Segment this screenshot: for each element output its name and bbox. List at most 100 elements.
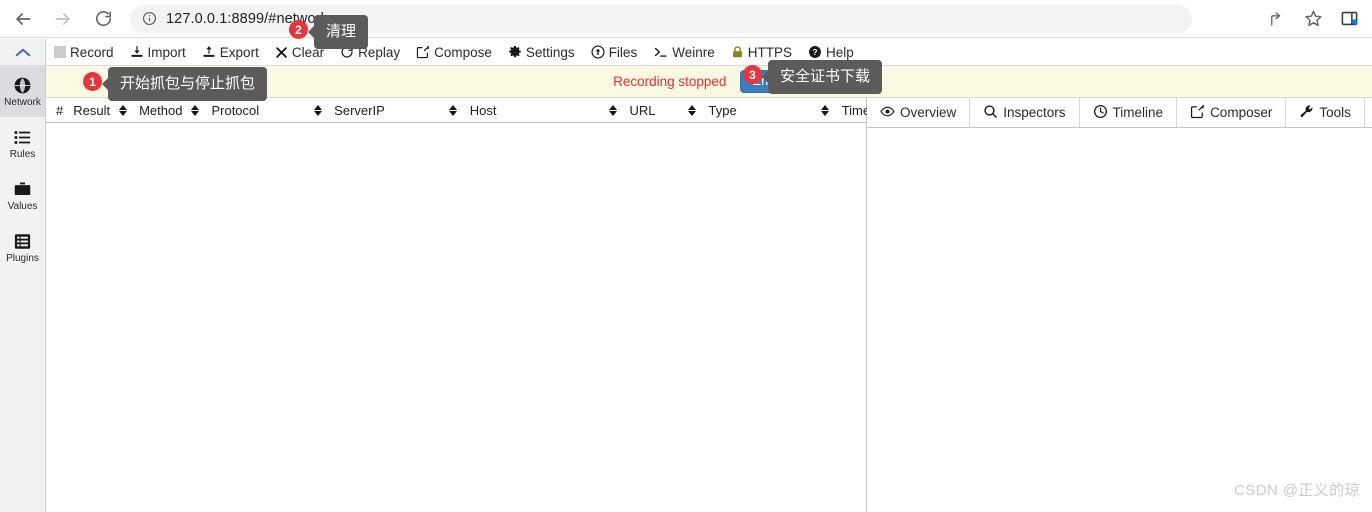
column-type[interactable]: Type	[699, 98, 832, 122]
session-table-header: # Result Method Protocol ServerIP Host U…	[46, 98, 915, 123]
sidebar-item-label: Rules	[9, 149, 36, 160]
star-icon	[1304, 10, 1322, 27]
bookmark-button[interactable]	[1298, 4, 1328, 34]
tab-overview[interactable]: Overview	[867, 98, 971, 127]
search-icon	[983, 104, 998, 122]
column-label: Host	[469, 102, 497, 118]
session-list-pane: # Result Method Protocol ServerIP Host U…	[46, 98, 915, 512]
toolbar-settings-button[interactable]: Settings	[508, 45, 575, 60]
info-circle-icon[interactable]	[142, 11, 157, 26]
side-panel-button[interactable]	[1334, 4, 1364, 34]
share-button[interactable]	[1262, 4, 1292, 34]
sidebar-item-plugins[interactable]: Plugins	[0, 221, 45, 273]
recording-status-text: Recording stopped	[613, 74, 727, 89]
wrench-icon	[1299, 104, 1314, 122]
sidebar-item-label: Values	[7, 201, 38, 212]
sidebar-item-network[interactable]: Network	[0, 65, 45, 117]
toolbar-https-button[interactable]: HTTPS	[731, 45, 792, 60]
column-label: Type	[708, 102, 737, 118]
sort-handle-result[interactable]	[116, 104, 129, 116]
sidebar-item-values[interactable]: Values	[0, 169, 45, 221]
export-icon	[202, 45, 216, 59]
list-icon	[13, 126, 32, 148]
terminal-icon	[653, 45, 668, 59]
sort-handle-host[interactable]	[606, 104, 619, 116]
whistle-app: Network Rules Values Plugins Record Impo…	[0, 15, 1372, 512]
tab-inspectors[interactable]: Inspectors	[970, 98, 1080, 127]
svg-text:?: ?	[813, 48, 818, 57]
toolbar-files-button[interactable]: Files	[591, 45, 637, 60]
split-panes: # Result Method Protocol ServerIP Host U…	[46, 98, 1372, 512]
sidebar: Network Rules Values Plugins	[0, 39, 46, 512]
tab-label: Overview	[900, 105, 957, 120]
globe-icon	[13, 74, 32, 96]
sort-handle-serverip[interactable]	[447, 104, 460, 116]
side-panel-icon	[1341, 11, 1357, 26]
chrome-actions	[1256, 4, 1372, 34]
column-label: Method	[139, 102, 183, 118]
reload-button[interactable]	[86, 2, 120, 36]
sidebar-item-rules[interactable]: Rules	[0, 117, 45, 169]
compose-icon	[1190, 104, 1205, 122]
watermark: CSDN @正义的琼	[1234, 482, 1360, 499]
chevron-up-icon	[15, 48, 30, 56]
toolbar-export-button[interactable]: Export	[202, 45, 259, 60]
toolbar-item-label: Record	[70, 44, 114, 60]
toolbar-item-label: Compose	[434, 44, 492, 60]
clock-icon	[1093, 104, 1108, 122]
back-button[interactable]	[6, 2, 40, 36]
question-circle-icon: ?	[808, 45, 822, 59]
column-serverip[interactable]: ServerIP	[324, 98, 460, 122]
column-url[interactable]: URL	[619, 98, 698, 122]
upload-circle-icon	[591, 45, 605, 59]
column-result[interactable]: Result	[63, 98, 129, 122]
annotation-badge-3: 3	[743, 65, 762, 84]
annotation-badge-2: 2	[289, 20, 308, 39]
forward-button[interactable]	[46, 2, 80, 36]
column-label: ServerIP	[334, 102, 385, 118]
toolbar-weinre-button[interactable]: Weinre	[653, 45, 715, 60]
briefcase-icon	[13, 178, 32, 200]
sidebar-item-label: Plugins	[6, 253, 39, 264]
column-label: Protocol	[211, 102, 260, 118]
sort-handle-protocol[interactable]	[311, 104, 324, 116]
annotation-tooltip-1: 开始抓包与停止抓包	[101, 67, 268, 101]
sidebar-collapse-button[interactable]	[0, 39, 45, 65]
column-index[interactable]: #	[46, 98, 63, 122]
annotation-tooltip-3: 安全证书下载	[761, 60, 883, 94]
toolbar-help-button[interactable]: ? Help	[808, 45, 854, 60]
tab-label: Inspectors	[1003, 105, 1066, 120]
tab-timeline[interactable]: Timeline	[1080, 98, 1178, 127]
detail-tabs: Overview Inspectors Timeline Composer To…	[867, 98, 1372, 128]
tab-label: Composer	[1210, 105, 1273, 120]
column-host[interactable]: Host	[460, 98, 620, 122]
sidebar-item-label: Network	[4, 97, 41, 108]
eye-icon	[880, 104, 895, 122]
annotation-badge-1: 1	[83, 72, 102, 91]
toolbar-item-label: Weinre	[672, 44, 715, 60]
sort-handle-method[interactable]	[188, 104, 201, 116]
column-label: URL	[629, 102, 656, 118]
sort-handle-url[interactable]	[686, 104, 699, 116]
session-table-body[interactable]	[46, 123, 866, 512]
annotation-tooltip-2: 清理	[307, 15, 369, 49]
toolbar-item-label: Export	[219, 44, 259, 60]
toolbar-import-button[interactable]: Import	[130, 45, 186, 60]
column-method[interactable]: Method	[129, 98, 201, 122]
toolbar-item-label: HTTPS	[747, 44, 792, 60]
lock-icon	[731, 45, 744, 59]
toolbar-record-button[interactable]: Record	[54, 45, 114, 60]
column-label: #	[56, 102, 64, 118]
tab-label: Timeline	[1112, 105, 1164, 120]
column-protocol[interactable]: Protocol	[201, 98, 324, 122]
sort-handle-type[interactable]	[819, 104, 832, 116]
app-toolbar: Record Import Export Clear Replay Compos…	[46, 39, 1372, 66]
tab-composer[interactable]: Composer	[1177, 98, 1287, 127]
toolbar-item-label: Settings	[525, 44, 575, 60]
record-checkbox-icon	[54, 46, 66, 58]
toolbar-compose-button[interactable]: Compose	[416, 45, 492, 60]
column-label: Result	[73, 102, 111, 118]
tab-tools[interactable]: Tools	[1286, 98, 1365, 127]
back-arrow-icon	[16, 12, 31, 25]
import-icon	[130, 45, 144, 59]
